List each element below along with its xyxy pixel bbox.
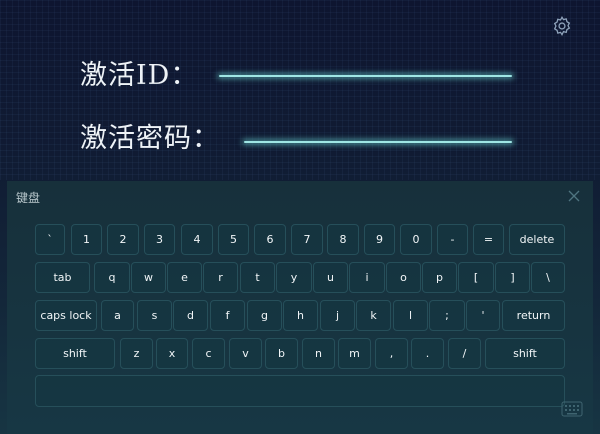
key-u[interactable]: u	[313, 262, 348, 293]
key-i[interactable]: i	[349, 262, 385, 293]
key-l[interactable]: l	[393, 300, 428, 331]
key-d[interactable]: d	[173, 300, 208, 331]
key-c[interactable]: c	[192, 338, 225, 369]
key-4[interactable]: 4	[181, 224, 213, 255]
key-3[interactable]: 3	[144, 224, 175, 255]
keyboard-title: 键盘	[16, 191, 41, 205]
key-f[interactable]: f	[210, 300, 245, 331]
key-g[interactable]: g	[247, 300, 282, 331]
key-semicolon[interactable]: ;	[429, 300, 465, 331]
key-equals[interactable]: =	[473, 224, 504, 255]
key-shift[interactable]: shift	[485, 338, 565, 369]
key-a[interactable]: a	[101, 300, 134, 331]
key-7[interactable]: 7	[291, 224, 323, 255]
key-slash[interactable]: /	[448, 338, 481, 369]
key-h[interactable]: h	[283, 300, 318, 331]
gear-icon[interactable]	[551, 15, 573, 37]
key-comma[interactable]: ,	[375, 338, 408, 369]
key-caps-lock[interactable]: caps lock	[35, 300, 97, 331]
key-tab[interactable]: tab	[35, 262, 90, 293]
key-2[interactable]: 2	[107, 224, 139, 255]
activation-password-label: 激活密码：	[80, 123, 220, 154]
close-icon[interactable]	[567, 189, 581, 203]
key-z[interactable]: z	[120, 338, 153, 369]
activation-id-field[interactable]	[219, 75, 512, 77]
key-5[interactable]: 5	[218, 224, 249, 255]
key-backslash[interactable]: \	[531, 262, 565, 293]
key-n[interactable]: n	[302, 338, 335, 369]
key-8[interactable]: 8	[327, 224, 359, 255]
key-q[interactable]: q	[94, 262, 130, 293]
key-y[interactable]: y	[276, 262, 312, 293]
activation-password-field[interactable]	[244, 141, 512, 143]
key-period[interactable]: .	[411, 338, 444, 369]
key-quote[interactable]: '	[466, 300, 500, 331]
activation-id-label: 激活ID：	[80, 60, 199, 91]
key-left-bracket[interactable]: [	[458, 262, 494, 293]
key-b[interactable]: b	[265, 338, 298, 369]
key-w[interactable]: w	[131, 262, 166, 293]
key-k[interactable]: k	[356, 300, 391, 331]
keyboard-icon[interactable]	[561, 401, 583, 417]
key-minus[interactable]: -	[437, 224, 468, 255]
key-backtick[interactable]: `	[35, 224, 65, 255]
key-x[interactable]: x	[156, 338, 188, 369]
key-o[interactable]: o	[386, 262, 421, 293]
key-0[interactable]: 0	[400, 224, 432, 255]
key-e[interactable]: e	[167, 262, 202, 293]
key-j[interactable]: j	[320, 300, 355, 331]
key-return[interactable]: return	[502, 300, 565, 331]
key-m[interactable]: m	[338, 338, 371, 369]
key-r[interactable]: r	[203, 262, 238, 293]
key-s[interactable]: s	[137, 300, 172, 331]
key-9[interactable]: 9	[364, 224, 395, 255]
space-key[interactable]	[35, 375, 565, 407]
key-1[interactable]: 1	[71, 224, 102, 255]
key-shift[interactable]: shift	[35, 338, 115, 369]
key-p[interactable]: p	[422, 262, 457, 293]
key-right-bracket[interactable]: ]	[495, 262, 530, 293]
key-delete[interactable]: delete	[509, 224, 565, 255]
key-t[interactable]: t	[240, 262, 275, 293]
key-v[interactable]: v	[229, 338, 262, 369]
key-6[interactable]: 6	[254, 224, 286, 255]
